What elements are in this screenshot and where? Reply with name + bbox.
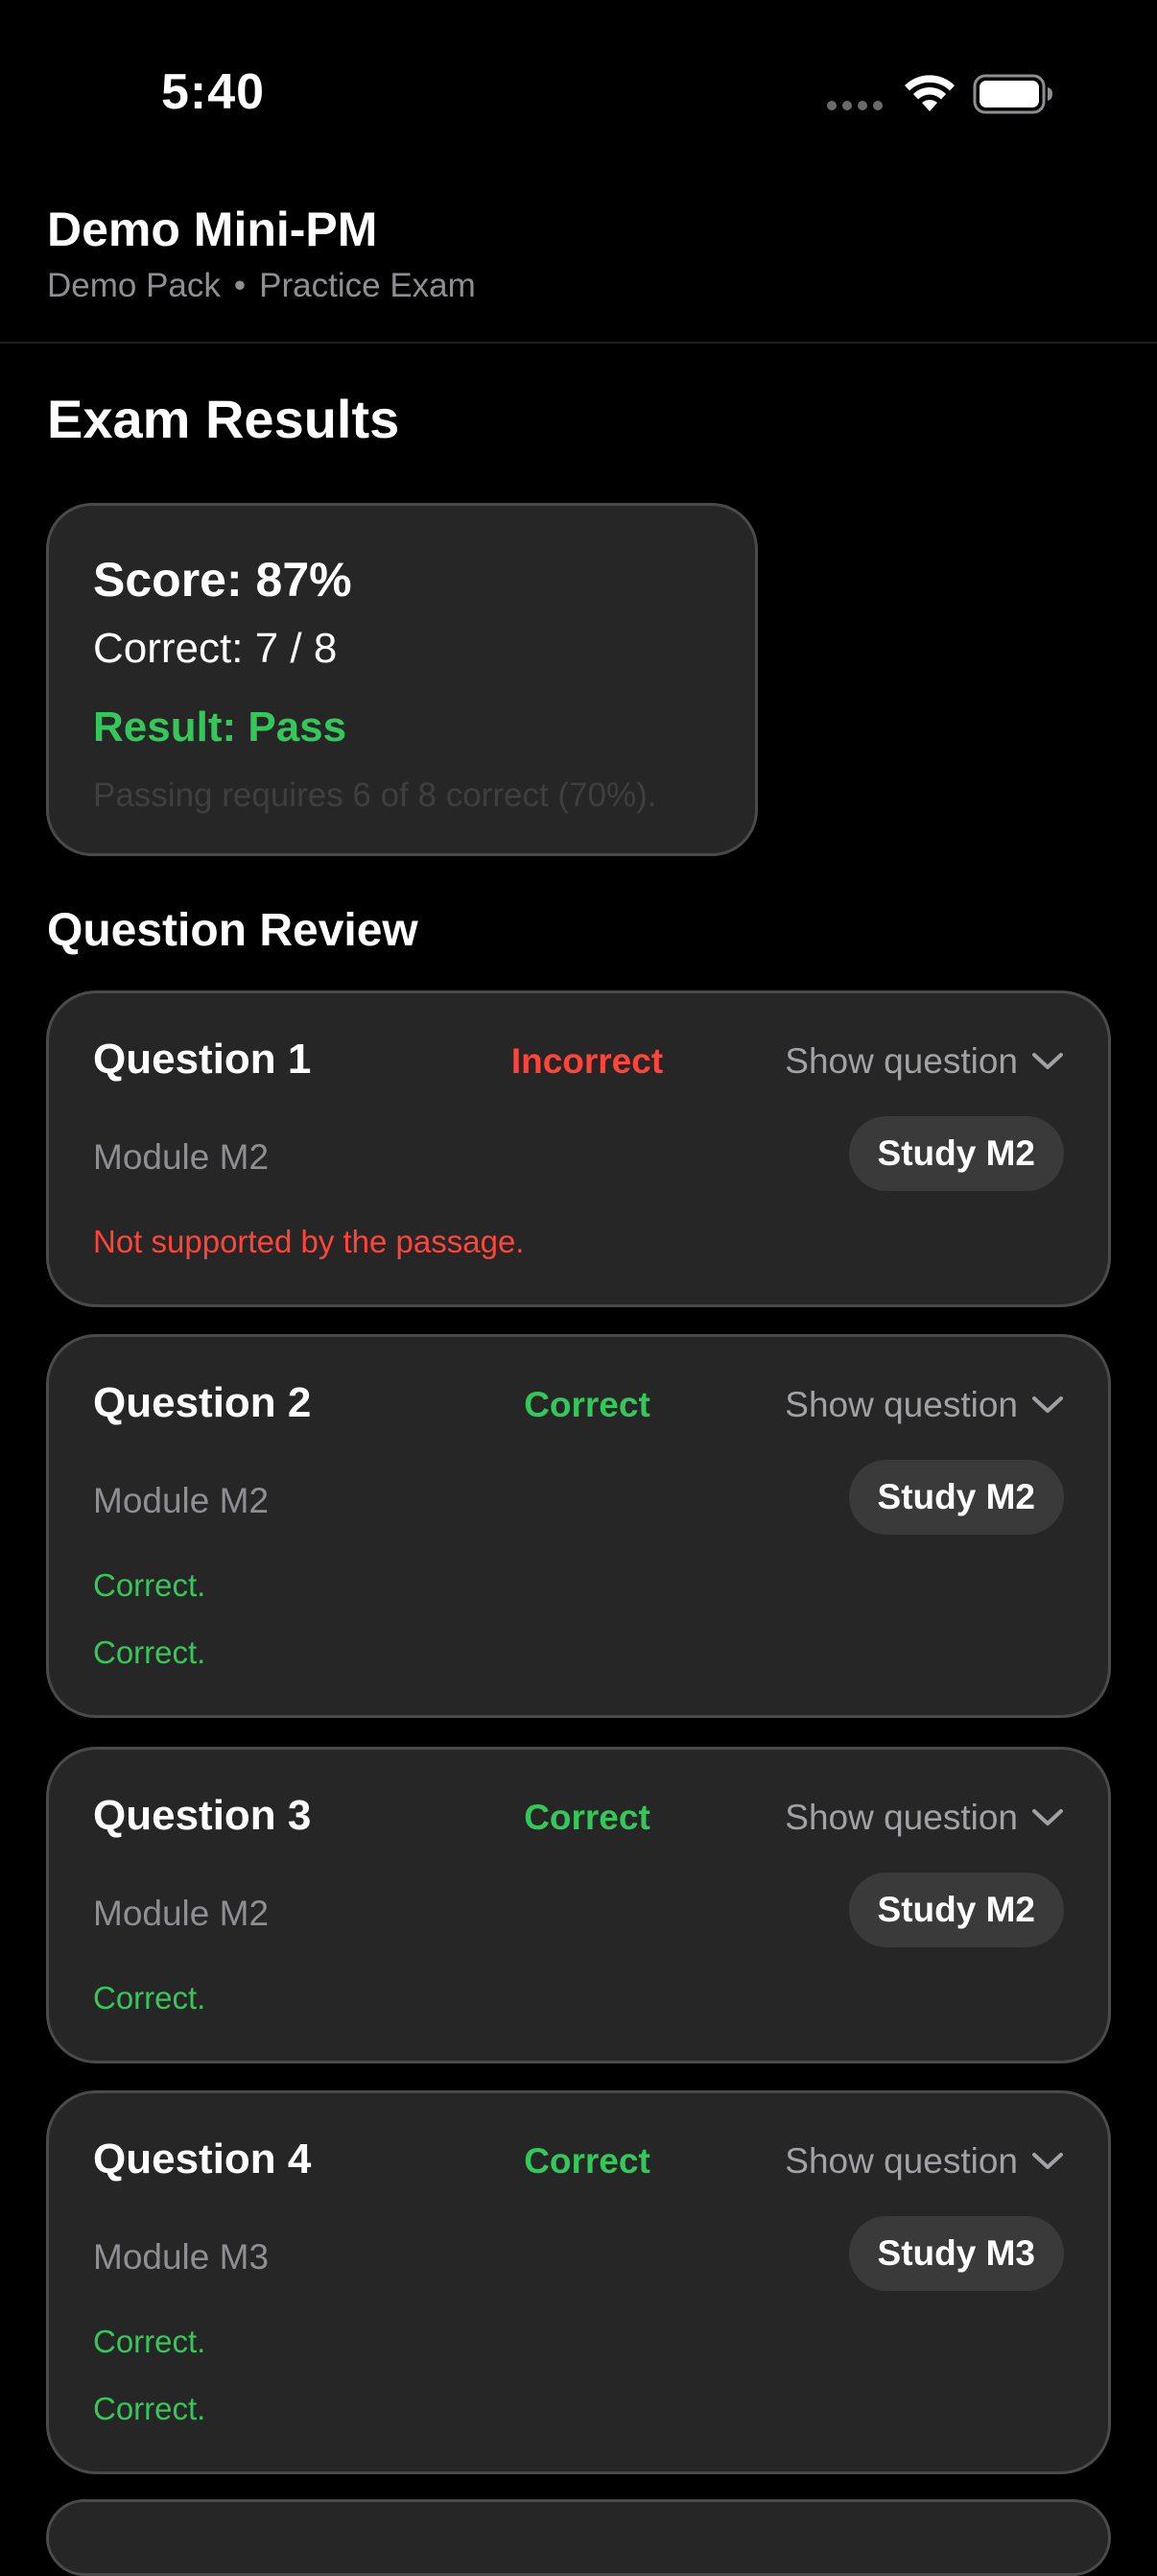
passing-requirement: Passing requires 6 of 8 correct (70%). — [93, 776, 657, 814]
question-module: Module M2 — [93, 1137, 270, 1177]
question-feedback: Not supported by the passage. — [93, 1224, 525, 1259]
question-title: Question 2 — [93, 1379, 312, 1426]
question-card-partial — [46, 2499, 1111, 2576]
show-question-label: Show question — [785, 2141, 1018, 2181]
question-card: Question 3 Correct Show question Module … — [46, 1747, 1111, 2063]
signal-dots-icon — [827, 101, 883, 110]
show-question-toggle[interactable]: Show question — [785, 1041, 1064, 1082]
show-question-label: Show question — [785, 1041, 1018, 1081]
question-feedback: Correct. — [93, 2391, 206, 2426]
status-bar: 5:40 — [0, 0, 1157, 192]
study-module-button[interactable]: Study M2 — [848, 1872, 1064, 1947]
question-card: Question 4 Correct Show question Module … — [46, 2090, 1111, 2474]
chevron-down-icon — [1032, 1809, 1063, 1825]
question-feedback: Correct. — [93, 1634, 206, 1670]
show-question-toggle[interactable]: Show question — [785, 1385, 1064, 1425]
chevron-down-icon — [1032, 1396, 1063, 1413]
show-question-toggle[interactable]: Show question — [785, 2141, 1064, 2182]
correct-count: Correct: 7 / 8 — [93, 625, 338, 672]
question-feedback: Correct. — [93, 1567, 206, 1603]
result-text: Result: Pass — [93, 704, 347, 751]
question-card: Question 1 Incorrect Show question Modul… — [46, 990, 1111, 1307]
question-module: Module M2 — [93, 1894, 270, 1933]
app-subtitle: Demo Pack • Practice Exam — [47, 267, 476, 305]
question-title: Question 4 — [93, 2135, 312, 2182]
wifi-icon — [905, 75, 955, 111]
app-header: Demo Mini-PM Demo Pack • Practice Exam — [0, 192, 1157, 344]
score-card: Score: 87% Correct: 7 / 8 Result: Pass P… — [46, 503, 758, 856]
study-module-button[interactable]: Study M2 — [848, 1460, 1064, 1535]
exam-results-heading: Exam Results — [47, 389, 400, 449]
question-review-heading: Question Review — [47, 905, 418, 956]
score-text: Score: 87% — [93, 553, 352, 607]
question-module: Module M2 — [93, 1481, 270, 1520]
study-module-button[interactable]: Study M2 — [848, 1116, 1064, 1191]
subtitle-pack: Demo Pack — [47, 267, 221, 304]
chevron-down-icon — [1032, 2153, 1063, 2169]
battery-icon — [973, 74, 1052, 114]
status-time: 5:40 — [161, 64, 266, 120]
chevron-down-icon — [1032, 1053, 1063, 1069]
question-status: Correct — [524, 2141, 650, 2181]
question-module: Module M3 — [93, 2237, 270, 2277]
question-title: Question 1 — [93, 1036, 312, 1083]
question-title: Question 3 — [93, 1792, 312, 1839]
show-question-toggle[interactable]: Show question — [785, 1798, 1064, 1838]
subtitle-mode: Practice Exam — [259, 267, 476, 304]
study-module-button[interactable]: Study M3 — [848, 2216, 1064, 2291]
question-status: Correct — [524, 1385, 650, 1424]
show-question-label: Show question — [785, 1798, 1018, 1837]
question-status: Correct — [524, 1798, 650, 1837]
question-feedback: Correct. — [93, 2324, 206, 2359]
show-question-label: Show question — [785, 1385, 1018, 1424]
question-feedback: Correct. — [93, 1980, 206, 2015]
question-card: Question 2 Correct Show question Module … — [46, 1334, 1111, 1718]
app-title: Demo Mini-PM — [47, 203, 378, 256]
question-status: Incorrect — [510, 1041, 664, 1081]
subtitle-separator: • — [233, 267, 247, 304]
